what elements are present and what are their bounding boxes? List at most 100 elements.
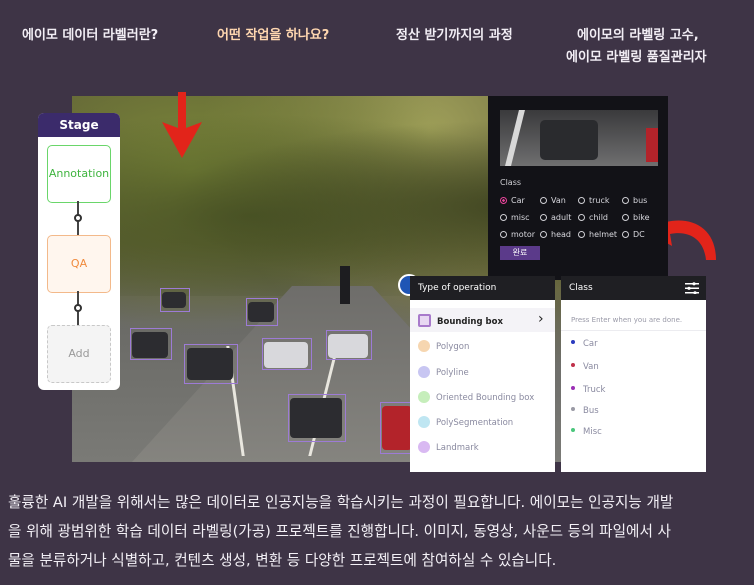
class-option-label: bus xyxy=(633,196,648,205)
class-option-bus[interactable]: bus xyxy=(622,196,647,205)
bounding-box xyxy=(246,298,278,326)
square-icon xyxy=(418,314,431,327)
operation-oriented-bounding-box[interactable]: Oriented Bounding box xyxy=(418,391,534,403)
bounding-box xyxy=(326,330,372,360)
class-option-label: misc xyxy=(511,213,530,222)
radio-icon xyxy=(622,231,629,238)
class-option-label: truck xyxy=(589,196,610,205)
class-item-label: Car xyxy=(583,339,598,349)
annotation-panel: Class Car Van truck bus misc adult child… xyxy=(488,96,668,280)
operation-label: Polygon xyxy=(436,342,470,352)
radio-icon xyxy=(578,231,585,238)
operation-label: Polyline xyxy=(436,368,469,378)
car xyxy=(540,120,598,160)
class-option-label: DC xyxy=(633,230,645,239)
traffic-light xyxy=(340,266,350,304)
radio-icon xyxy=(500,231,507,238)
description-line: 을 위해 광범위한 학습 데이터 라벨링(가공) 프로젝트를 진행합니다. 이미… xyxy=(8,523,671,540)
radio-icon xyxy=(578,214,585,221)
description: 훌륭한 AI 개발을 위해서는 많은 데이터로 인공지능을 학습시키는 과정이 … xyxy=(8,488,748,575)
divider xyxy=(561,330,706,331)
class-item-label: Misc xyxy=(583,427,602,437)
radio-icon xyxy=(622,197,629,204)
operation-bounding-box[interactable]: Bounding box xyxy=(418,314,503,327)
class-item-label: Bus xyxy=(583,406,599,416)
description-line: 훌륭한 AI 개발을 위해서는 많은 데이터로 인공지능을 학습시키는 과정이 … xyxy=(8,494,674,511)
class-item-label: Van xyxy=(583,362,599,372)
class-option-label: bike xyxy=(633,213,650,222)
class-option-label: child xyxy=(589,213,608,222)
bullet-icon xyxy=(571,363,575,367)
bullet-icon xyxy=(571,386,575,390)
chevron-right-icon: › xyxy=(538,311,544,327)
class-option-adult[interactable]: adult xyxy=(540,213,571,222)
radio-icon xyxy=(500,214,507,221)
class-item-van[interactable]: Van xyxy=(571,362,599,372)
operation-polyline[interactable]: Polyline xyxy=(418,366,469,378)
class-option-label: Car xyxy=(511,196,525,205)
class-panel: Class Press Enter when you are done. Car… xyxy=(561,276,706,472)
oriented-box-icon xyxy=(418,391,430,403)
bullet-icon xyxy=(571,340,575,344)
bounding-box xyxy=(184,344,238,384)
bounding-box xyxy=(160,288,190,312)
class-option-label: Van xyxy=(551,196,566,205)
class-option-head[interactable]: head xyxy=(540,230,571,239)
class-item-misc[interactable]: Misc xyxy=(571,427,602,437)
class-option-misc[interactable]: misc xyxy=(500,213,530,222)
description-line: 물을 분류하거나 식별하고, 컨텐츠 생성, 변환 등 다양한 프로젝트에 참여… xyxy=(8,552,557,569)
stage-annotation[interactable]: Annotation xyxy=(47,145,111,203)
operation-label: PolySegmentation xyxy=(436,418,514,428)
arrow-down-icon xyxy=(162,92,202,158)
class-item-truck[interactable]: Truck xyxy=(571,385,605,395)
bounding-box xyxy=(262,338,312,370)
nav-item-settlement-process[interactable]: 정산 받기까지의 과정 xyxy=(396,26,513,46)
operation-label: Oriented Bounding box xyxy=(436,393,535,403)
settings-icon[interactable] xyxy=(685,282,699,294)
stage-add-button[interactable]: Add xyxy=(47,325,111,383)
nav-item-quality-manager-line2: 에이모 라벨링 품질관리자 xyxy=(566,50,707,65)
radio-icon xyxy=(622,214,629,221)
segmentation-icon xyxy=(418,416,430,428)
nav-item-what-work[interactable]: 어떤 작업을 하나요? xyxy=(217,26,329,46)
class-option-motor[interactable]: motor xyxy=(500,230,535,239)
class-option-car[interactable]: Car xyxy=(500,196,525,205)
class-option-van[interactable]: Van xyxy=(540,196,566,205)
stage-qa[interactable]: QA xyxy=(47,235,111,293)
class-option-dc[interactable]: DC xyxy=(622,230,645,239)
bounding-box xyxy=(130,328,172,360)
operation-polysegmentation[interactable]: PolySegmentation xyxy=(418,416,513,428)
class-item-bus[interactable]: Bus xyxy=(571,406,599,416)
landmark-icon xyxy=(418,441,430,453)
stage-title: Stage xyxy=(38,113,120,137)
bounding-box xyxy=(288,394,346,442)
polyline-icon xyxy=(418,366,430,378)
operation-polygon[interactable]: Polygon xyxy=(418,340,469,352)
car xyxy=(646,128,658,162)
class-item-car[interactable]: Car xyxy=(571,339,598,349)
stage-dot xyxy=(74,214,82,222)
class-option-truck[interactable]: truck xyxy=(578,196,610,205)
class-option-helmet[interactable]: helmet xyxy=(578,230,617,239)
class-option-label: helmet xyxy=(589,230,618,239)
radio-icon xyxy=(578,197,585,204)
lane-marking xyxy=(505,110,525,166)
radio-icon xyxy=(500,197,507,204)
operation-landmark[interactable]: Landmark xyxy=(418,441,479,453)
top-nav: 에이모 데이터 라벨러란? 어떤 작업을 하나요? 정산 받기까지의 과정 에이… xyxy=(0,0,754,80)
nav-item-what-is-labeler[interactable]: 에이모 데이터 라벨러란? xyxy=(22,26,158,46)
done-button[interactable]: 완료 xyxy=(500,246,540,260)
operation-panel: Type of operation Bounding box › Polygon… xyxy=(410,276,555,472)
radio-icon xyxy=(540,231,547,238)
class-option-bike[interactable]: bike xyxy=(622,213,650,222)
class-option-label: head xyxy=(551,230,571,239)
operation-label: Bounding box xyxy=(437,317,503,327)
operation-panel-title: Type of operation xyxy=(410,276,555,300)
class-option-child[interactable]: child xyxy=(578,213,608,222)
operation-label: Landmark xyxy=(436,443,479,453)
class-input[interactable]: Press Enter when you are done. xyxy=(571,316,682,324)
class-option-label: adult xyxy=(551,213,572,222)
stage-panel: Stage Annotation QA Add xyxy=(38,113,120,390)
radio-icon xyxy=(540,214,547,221)
polygon-icon xyxy=(418,340,430,352)
